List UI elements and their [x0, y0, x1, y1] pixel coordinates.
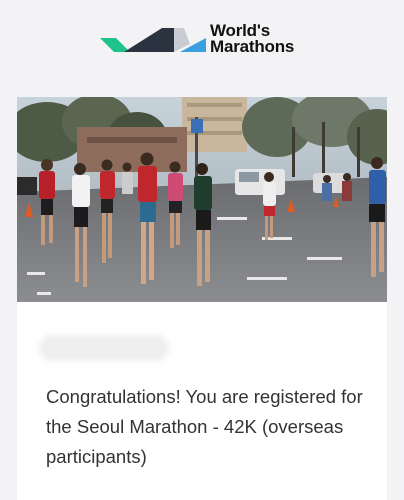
email-header: World's Marathons — [0, 0, 404, 96]
registration-confirmation-message: Congratulations! You are registered for … — [46, 386, 363, 467]
redacted-recipient-name — [39, 335, 169, 361]
worlds-marathons-logo-icon — [100, 28, 206, 52]
marathon-runners-photo — [17, 97, 387, 302]
email-card: Congratulations! You are registered for … — [17, 97, 387, 500]
brand-line-2: Marathons — [210, 37, 295, 56]
brand-wordmark: World's Marathons — [210, 22, 295, 56]
worlds-marathons-logo[interactable]: World's Marathons — [100, 22, 310, 58]
